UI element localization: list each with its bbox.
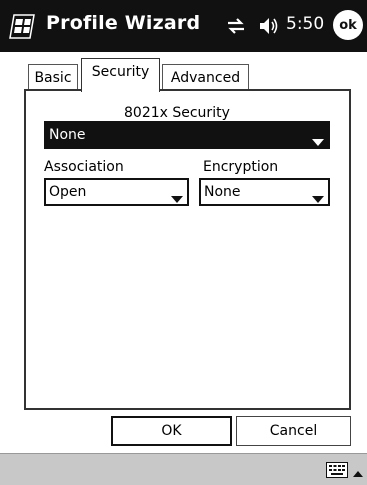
encryption-label: Encryption (203, 159, 279, 175)
title-ok-button[interactable]: ok (333, 10, 363, 40)
tab-basic[interactable]: Basic (28, 64, 78, 90)
window-title: Profile Wizard (46, 12, 201, 34)
title-bar: Profile Wizard 5:50 ok (0, 0, 367, 52)
encryption-value: None (204, 184, 241, 200)
association-value: Open (49, 184, 87, 200)
chevron-down-icon (312, 189, 324, 203)
clock[interactable]: 5:50 (286, 14, 324, 34)
bottom-bar (0, 453, 367, 485)
association-label: Association (44, 159, 124, 175)
chevron-down-icon (171, 189, 183, 203)
association-dropdown[interactable]: Open (44, 178, 189, 206)
tab-advanced[interactable]: Advanced (162, 64, 249, 90)
tab-connector (83, 88, 158, 92)
encryption-dropdown[interactable]: None (199, 178, 330, 206)
8021x-security-label: 8021x Security (124, 105, 230, 121)
connectivity-icon[interactable] (226, 16, 246, 36)
keyboard-icon[interactable] (326, 462, 348, 478)
chevron-down-icon (312, 132, 324, 146)
windows-start-icon[interactable] (8, 11, 38, 41)
8021x-security-value: None (49, 127, 86, 143)
volume-icon[interactable] (258, 15, 280, 37)
tab-security[interactable]: Security (81, 58, 160, 92)
8021x-security-dropdown[interactable]: None (44, 121, 330, 149)
sip-arrow-icon[interactable] (353, 464, 363, 477)
ok-button[interactable]: OK (111, 416, 232, 446)
cancel-button[interactable]: Cancel (236, 416, 351, 446)
